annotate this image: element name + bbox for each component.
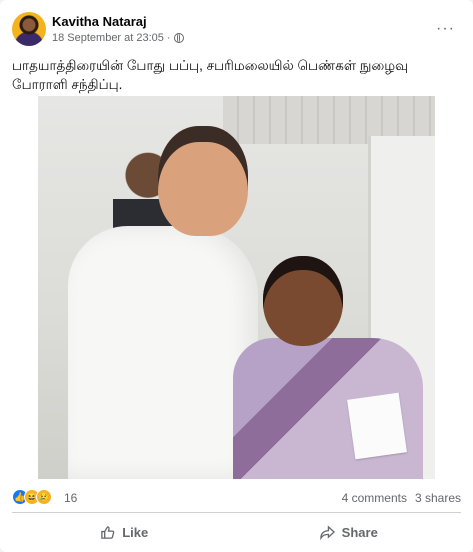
author-name[interactable]: Kavitha Nataraj — [52, 14, 147, 29]
action-bar: Like Share — [12, 518, 461, 546]
share-label: Share — [341, 524, 378, 540]
more-options-icon[interactable]: ··· — [436, 20, 455, 38]
engagement-stats: 4 comments 3 shares — [342, 491, 461, 505]
avatar[interactable] — [12, 12, 46, 46]
meta-separator: · — [166, 32, 171, 44]
reactions-bar: 👍 😆 😢 16 4 comments 3 shares — [12, 488, 461, 508]
comments-count[interactable]: 4 comments — [342, 491, 407, 505]
woman-paper — [347, 392, 407, 460]
post-timestamp[interactable]: 18 September at 23:05 — [52, 32, 164, 44]
divider — [12, 512, 461, 513]
woman-head — [263, 256, 343, 346]
post-header: Kavitha Nataraj 18 September at 23:05 · … — [12, 12, 461, 48]
shares-count[interactable]: 3 shares — [415, 491, 461, 505]
reaction-count[interactable]: 16 — [64, 491, 77, 505]
sad-reaction-icon: 😢 — [36, 489, 52, 505]
like-button[interactable]: Like — [12, 518, 237, 546]
post-meta: 18 September at 23:05 · — [52, 32, 184, 44]
thumbs-up-icon — [101, 525, 115, 539]
post-photo[interactable] — [38, 96, 435, 479]
man-head — [158, 126, 248, 236]
share-arrow-icon — [319, 524, 335, 540]
globe-icon[interactable] — [173, 33, 184, 43]
like-label: Like — [122, 524, 149, 540]
share-button[interactable]: Share — [237, 518, 462, 546]
post-card: Kavitha Nataraj 18 September at 23:05 · … — [0, 0, 473, 552]
photo-person-man — [48, 126, 258, 479]
post-caption: பாதயாத்திரையின் போது பப்பு, சபரிமலையில் … — [12, 58, 409, 92]
photo-person-woman — [223, 256, 435, 479]
reaction-icons[interactable]: 👍 😆 😢 — [12, 489, 52, 505]
